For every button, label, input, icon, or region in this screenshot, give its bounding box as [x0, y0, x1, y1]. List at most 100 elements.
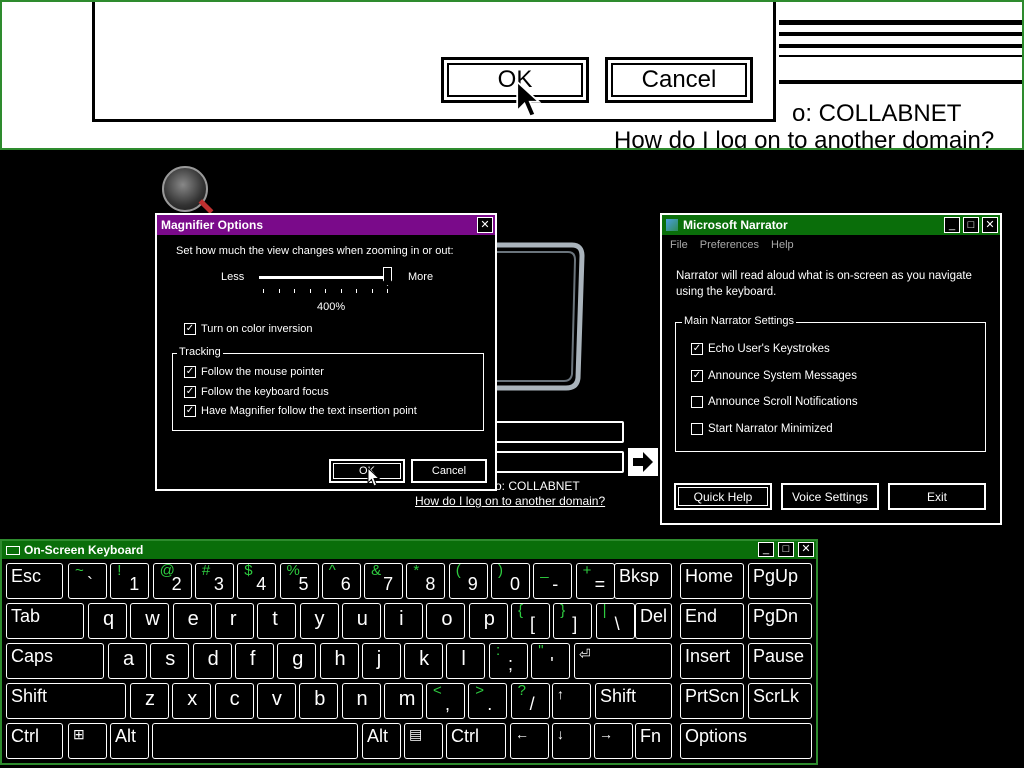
maximize-icon[interactable]: □ — [778, 542, 794, 557]
key-caps[interactable]: Caps — [6, 643, 104, 679]
key-t[interactable]: t — [257, 603, 297, 639]
key-fn[interactable]: Fn — [635, 723, 672, 759]
key-1[interactable]: ! 1 — [110, 562, 150, 599]
key-i[interactable]: i — [384, 603, 424, 639]
key-win[interactable]: ⊞ — [68, 723, 107, 759]
follow-keyboard-checkbox[interactable]: ✓ Follow the keyboard focus — [184, 386, 329, 398]
key-e[interactable]: e — [172, 603, 212, 639]
quick-help-button[interactable]: Quick Help — [674, 483, 772, 510]
key-sym[interactable]: <, — [426, 682, 465, 719]
key-space[interactable] — [152, 723, 358, 759]
key-k[interactable]: k — [404, 643, 444, 679]
key-insert[interactable]: Insert — [680, 643, 744, 679]
password-field[interactable] — [490, 451, 624, 473]
key-sym[interactable]: }] — [553, 602, 593, 639]
key-p[interactable]: p — [468, 603, 508, 639]
key-right[interactable]: → — [594, 723, 633, 759]
key-home[interactable]: Home — [680, 563, 744, 599]
key-`[interactable]: ~ ` — [68, 562, 107, 599]
magnified-cancel-button[interactable]: Cancel — [605, 57, 753, 103]
magnifier-cancel-button[interactable]: Cancel — [411, 459, 487, 483]
follow-text-checkbox[interactable]: ✓ Have Magnifier follow the text inserti… — [184, 405, 417, 417]
close-icon[interactable]: ✕ — [798, 542, 814, 557]
key-b[interactable]: b — [299, 683, 339, 719]
minimize-icon[interactable]: _ — [758, 542, 774, 557]
key-j[interactable]: j — [361, 643, 401, 679]
key-alt-right[interactable]: Alt — [362, 723, 401, 759]
key-9[interactable]: (9 — [448, 562, 488, 599]
magnified-domain-link[interactable]: How do I log on to another domain? — [614, 127, 994, 148]
key-0[interactable]: ) 0 — [491, 562, 530, 599]
key-s[interactable]: s — [150, 643, 190, 679]
key-a[interactable]: a — [108, 643, 147, 679]
login-domain-link[interactable]: How do I log on to another domain? — [415, 494, 605, 508]
key-3[interactable]: #3 — [194, 562, 234, 599]
start-minimized-checkbox[interactable]: Start Narrator Minimized — [691, 423, 833, 435]
key-z[interactable]: z — [130, 683, 169, 719]
echo-keystrokes-checkbox[interactable]: ✓ Echo User's Keystrokes — [691, 343, 830, 355]
key-enter[interactable]: ⏎ — [574, 643, 672, 679]
key-u[interactable]: u — [341, 603, 381, 639]
key-g[interactable]: g — [277, 643, 317, 679]
key-sym[interactable]: >. — [468, 682, 508, 719]
key-prtscn[interactable]: PrtScn — [680, 683, 744, 719]
menu-preferences[interactable]: Preferences — [700, 239, 759, 251]
key-del[interactable]: Del — [635, 603, 672, 639]
key-end[interactable]: End — [680, 603, 744, 639]
key-ctrl-left[interactable]: Ctrl — [6, 723, 63, 759]
menu-file[interactable]: File — [670, 239, 688, 251]
key-y[interactable]: y — [299, 603, 339, 639]
minimize-icon[interactable]: _ — [944, 217, 960, 233]
voice-settings-button[interactable]: Voice Settings — [781, 483, 879, 510]
key-esc[interactable]: Esc — [6, 563, 63, 599]
close-icon[interactable]: ✕ — [982, 217, 998, 233]
key-4[interactable]: $4 — [237, 562, 277, 599]
key-x[interactable]: x — [172, 683, 212, 719]
key-scrlk[interactable]: ScrLk — [748, 683, 812, 719]
key-sym[interactable]: ? / — [510, 682, 550, 719]
key-up[interactable]: ↑ — [552, 683, 591, 719]
key-n[interactable]: n — [341, 683, 381, 719]
key-sym[interactable]: " ' — [531, 642, 571, 679]
key-6[interactable]: ^ 6 — [321, 562, 361, 599]
key-m[interactable]: m — [383, 683, 423, 719]
zoom-slider-track[interactable] — [259, 276, 391, 279]
menu-help[interactable]: Help — [771, 239, 794, 251]
key-r[interactable]: r — [214, 603, 254, 639]
username-field[interactable] — [490, 421, 624, 443]
key-c[interactable]: c — [214, 683, 254, 719]
key-alt-left[interactable]: Alt — [110, 723, 149, 759]
exit-button[interactable]: Exit — [888, 483, 986, 510]
key-7[interactable]: & 7 — [364, 562, 404, 599]
follow-mouse-checkbox[interactable]: ✓ Follow the mouse pointer — [184, 366, 324, 378]
key-h[interactable]: h — [319, 643, 359, 679]
key-tab[interactable]: Tab — [6, 603, 84, 639]
key-v[interactable]: v — [256, 683, 296, 719]
key-menu[interactable]: ▤ — [404, 723, 443, 759]
key-pgdn[interactable]: PgDn — [748, 603, 812, 639]
key-ctrl-right[interactable]: Ctrl — [446, 723, 506, 759]
key-2[interactable]: @2 — [152, 562, 192, 599]
key-w[interactable]: w — [130, 603, 170, 639]
key-sym[interactable]: {[ — [511, 602, 550, 639]
key-l[interactable]: l — [446, 643, 486, 679]
key-5[interactable]: % 5 — [279, 562, 319, 599]
key-=[interactable]: + = — [575, 562, 615, 599]
key-o[interactable]: o — [426, 603, 466, 639]
key-d[interactable]: d — [192, 643, 232, 679]
color-inversion-checkbox[interactable]: ✓ Turn on color inversion — [184, 323, 312, 335]
key-down[interactable]: ↓ — [552, 723, 591, 759]
key-shift-left[interactable]: Shift — [6, 683, 126, 719]
zoom-slider-thumb[interactable] — [383, 267, 392, 286]
key-sym[interactable]: :; — [489, 642, 528, 679]
close-icon[interactable]: ✕ — [477, 217, 493, 233]
key-left[interactable]: ← — [510, 723, 549, 759]
key-8[interactable]: * 8 — [406, 562, 446, 599]
key-shift-right[interactable]: Shift — [595, 683, 672, 719]
key-q[interactable]: q — [88, 603, 127, 639]
maximize-icon[interactable]: □ — [963, 217, 979, 233]
key-pgup[interactable]: PgUp — [748, 563, 812, 599]
key-bksp[interactable]: Bksp — [614, 563, 672, 599]
key-options[interactable]: Options — [680, 723, 812, 759]
key--[interactable]: _ - — [533, 562, 573, 599]
